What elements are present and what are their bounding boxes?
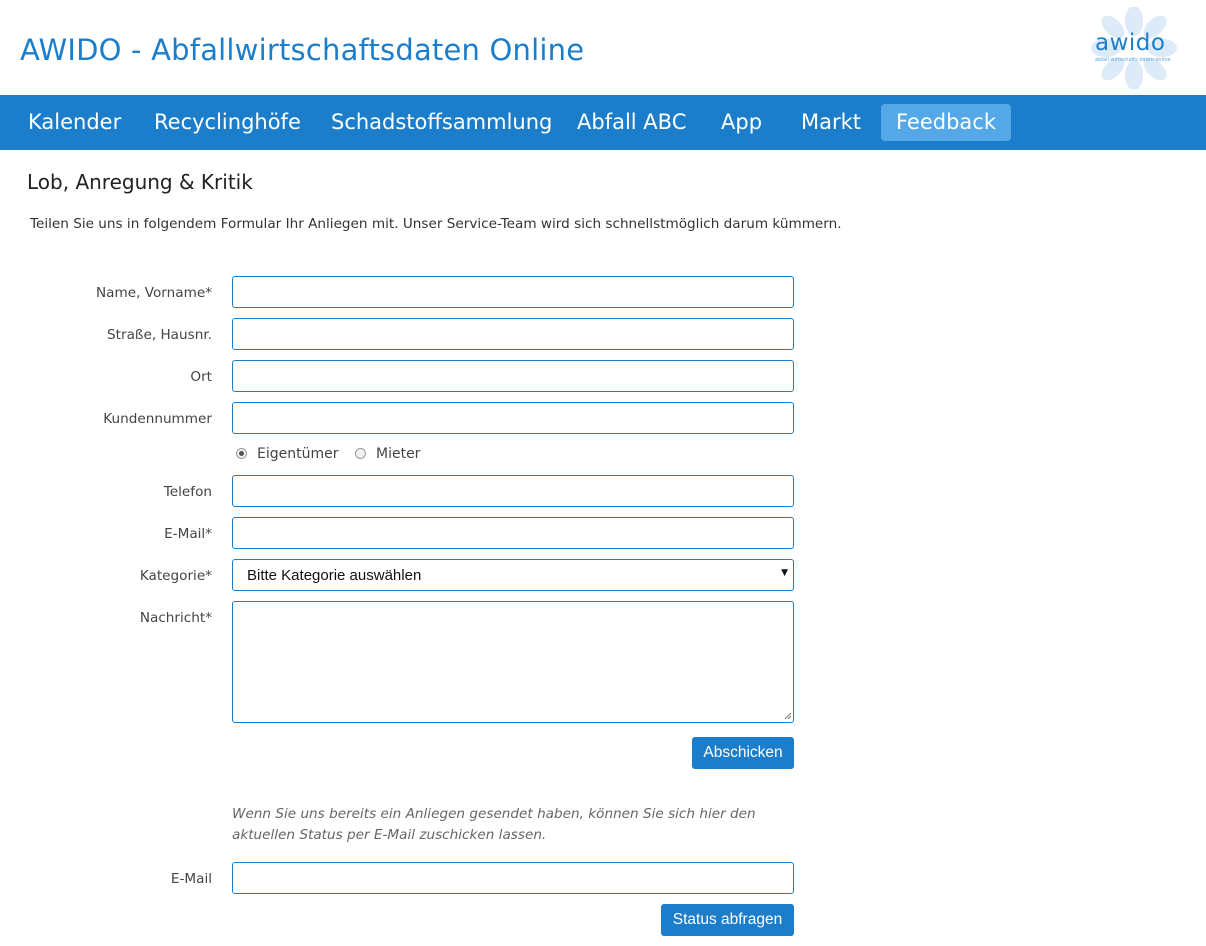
status-request-button[interactable]: Status abfragen bbox=[661, 904, 794, 936]
message-textarea[interactable] bbox=[232, 601, 794, 723]
message-label: Nachricht* bbox=[139, 610, 212, 626]
city-label: Ort bbox=[190, 369, 212, 385]
customer-number-input[interactable] bbox=[232, 402, 794, 434]
nav-item-markt[interactable]: Markt bbox=[801, 104, 861, 141]
radio-owner-dot[interactable] bbox=[236, 448, 247, 459]
nav-item-feedback[interactable]: Feedback bbox=[881, 104, 1012, 141]
nav-item-schadstoffsammlung[interactable]: Schadstoffsammlung bbox=[331, 104, 552, 141]
category-select[interactable]: Bitte Kategorie auswählen ▼ bbox=[232, 559, 794, 591]
status-note: Wenn Sie uns bereits ein Anliegen gesend… bbox=[232, 806, 756, 843]
phone-label: Telefon bbox=[163, 484, 212, 500]
name-input[interactable] bbox=[232, 276, 794, 308]
chevron-down-icon: ▼ bbox=[781, 568, 788, 578]
radio-tenant-dot[interactable] bbox=[355, 448, 366, 459]
name-label: Name, Vorname* bbox=[95, 285, 212, 301]
nav-item-recyclinghoefe[interactable]: Recyclinghöfe bbox=[154, 104, 301, 141]
logo-text: awido bbox=[1095, 30, 1166, 56]
main-navbar: Kalender Recyclinghöfe Schadstoffsammlun… bbox=[0, 95, 1206, 150]
site-header: AWIDO - Abfallwirtschaftsdaten Online aw… bbox=[0, 0, 1206, 95]
nav-item-app[interactable]: App bbox=[721, 104, 762, 141]
street-label: Straße, Hausnr. bbox=[107, 327, 212, 343]
email-input[interactable] bbox=[232, 517, 794, 549]
phone-input[interactable] bbox=[232, 475, 794, 507]
email-label: E-Mail* bbox=[164, 526, 212, 542]
radio-tenant-label: Mieter bbox=[376, 446, 421, 462]
status-email-label: E-Mail bbox=[170, 871, 212, 887]
page-title: Lob, Anregung & Kritik bbox=[27, 170, 253, 194]
resize-grip-icon[interactable] bbox=[784, 712, 792, 720]
customer-number-label: Kundennummer bbox=[103, 411, 212, 427]
nav-item-kalender[interactable]: Kalender bbox=[28, 104, 121, 141]
status-email-input[interactable] bbox=[232, 862, 794, 894]
street-input[interactable] bbox=[232, 318, 794, 350]
site-title: AWIDO - Abfallwirtschaftsdaten Online bbox=[20, 33, 585, 67]
nav-item-abfall-abc[interactable]: Abfall ABC bbox=[577, 104, 686, 141]
intro-text: Teilen Sie uns in folgendem Formular Ihr… bbox=[30, 216, 842, 232]
submit-button[interactable]: Abschicken bbox=[692, 737, 794, 769]
category-label: Kategorie* bbox=[139, 568, 212, 584]
city-input[interactable] bbox=[232, 360, 794, 392]
radio-owner-label: Eigentümer bbox=[257, 446, 339, 462]
category-selected-value: Bitte Kategorie auswählen bbox=[247, 567, 422, 584]
logo-tagline: abfall wirtschafts daten online bbox=[1095, 57, 1171, 63]
